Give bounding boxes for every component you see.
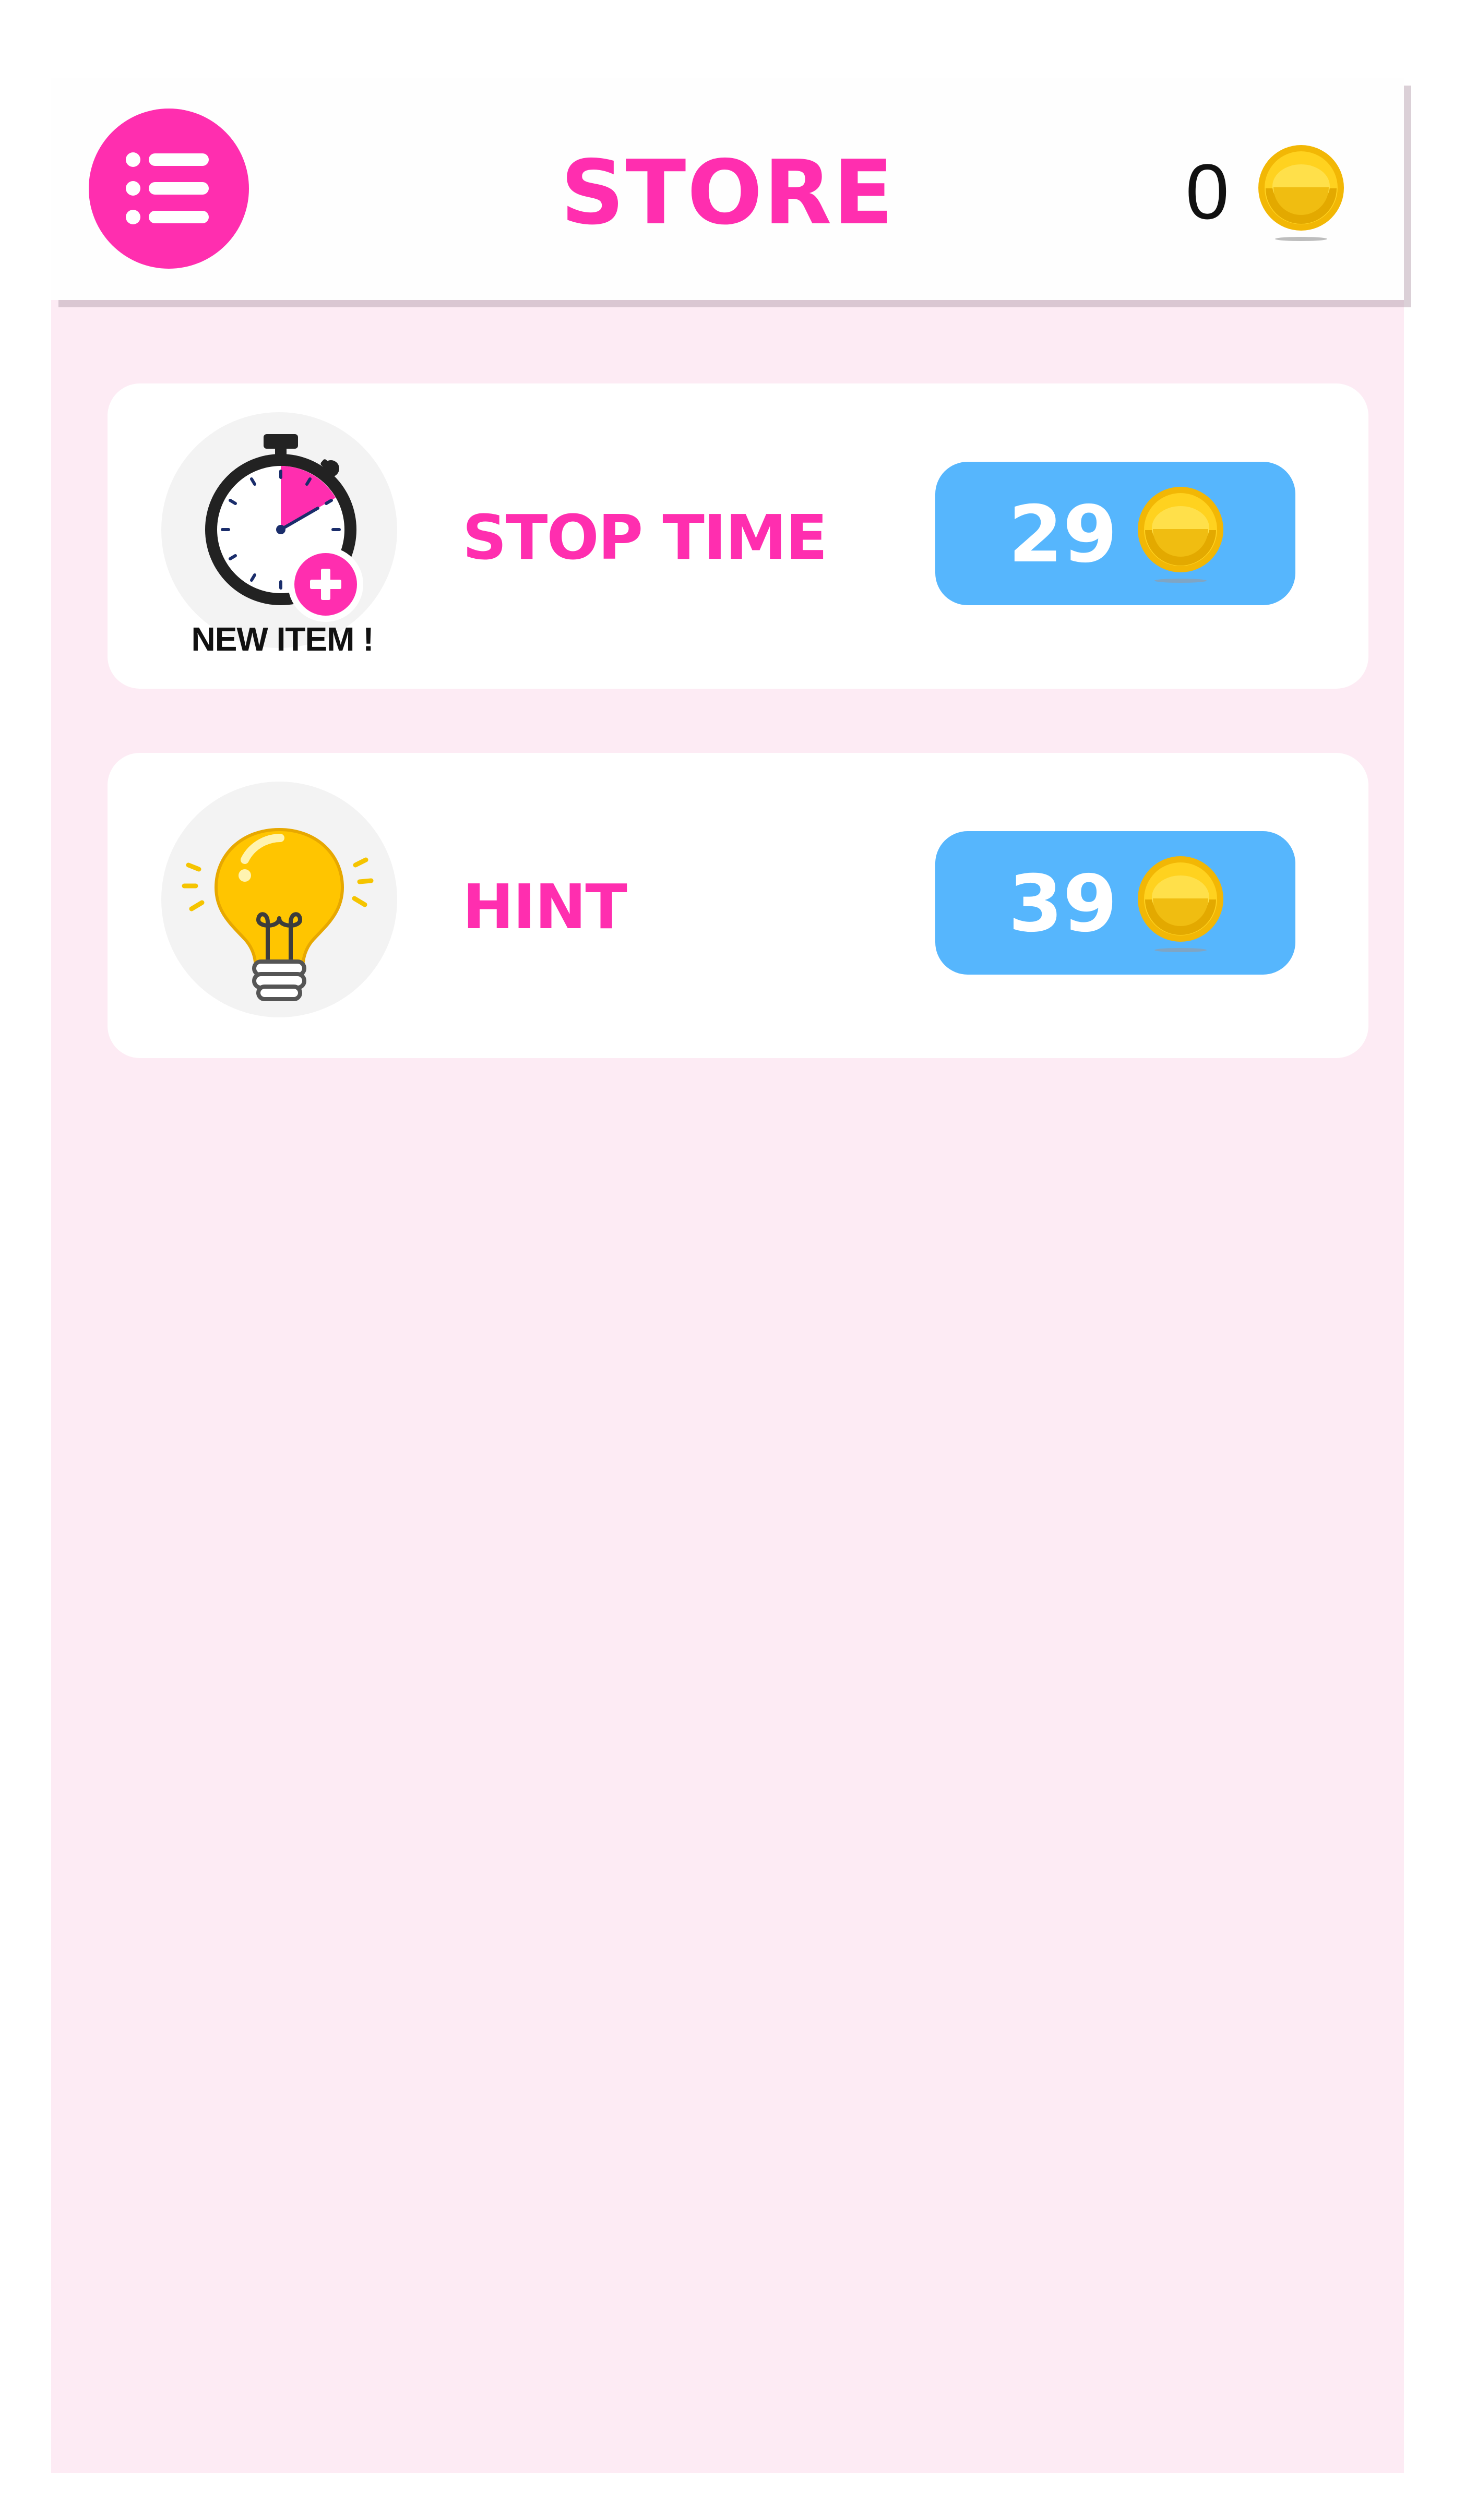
price-value: 29	[1008, 489, 1117, 580]
stopwatch-plus-icon	[205, 434, 363, 622]
buy-hint-button[interactable]: 39	[935, 831, 1295, 975]
item-name-stop-time: STOP TIME	[462, 501, 828, 573]
new-item-badge: NEW ITEM !	[191, 620, 374, 658]
buy-stop-time-button[interactable]: 29	[935, 462, 1295, 605]
lightbulb-icon	[182, 827, 374, 1001]
item-name-hint: HINT	[462, 871, 627, 943]
gold-coin-icon	[1138, 856, 1223, 952]
gold-coin-icon	[1258, 145, 1344, 241]
store-item-hint: HINT 39	[108, 753, 1368, 1058]
gold-coin-icon	[1138, 487, 1223, 583]
item-icon-background	[161, 412, 397, 648]
price-value: 39	[1008, 859, 1117, 950]
store-item-stop-time: NEW ITEM ! STOP TIME 29	[108, 383, 1368, 689]
store-header: STORE 0	[51, 78, 1404, 300]
coin-balance: 0	[1185, 148, 1229, 235]
item-icon-background	[161, 782, 397, 1017]
